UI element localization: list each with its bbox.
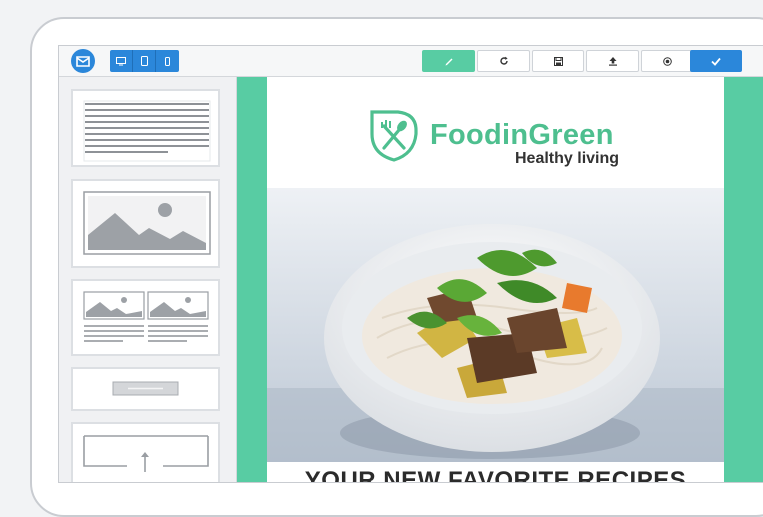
image-block[interactable] [71,179,220,268]
preview-button[interactable] [641,50,693,72]
upload-button[interactable] [586,50,639,72]
envelope-logo-icon [71,49,95,73]
save-button[interactable] [532,50,584,72]
desktop-view-button[interactable] [110,50,133,72]
tablet-icon [140,56,148,66]
image-placeholder-icon [83,191,211,255]
hero-image[interactable] [267,188,724,462]
two-column-layout-icon [83,291,209,342]
text-lines-icon [83,100,211,162]
button-placeholder-icon [112,381,179,396]
refresh-button[interactable] [477,50,530,72]
edit-button[interactable] [422,50,475,72]
fork-spoon-shield-logo-icon [370,110,418,162]
confirm-button[interactable] [690,50,742,72]
save-icon [553,56,563,66]
refresh-icon [499,56,508,65]
text-block[interactable] [71,89,220,167]
two-column-image-text-block[interactable] [71,279,220,356]
phone-icon [165,56,170,66]
record-icon [662,56,672,66]
pencil-icon [445,58,452,66]
spacer-block[interactable] [71,422,220,482]
brand-name: FoodinGreen [430,119,614,151]
brand-tagline: Healthy living [515,150,620,167]
block-library-sidebar [59,77,237,482]
spacer-placeholder-icon [83,435,209,472]
editor-toolbar [59,46,763,77]
email-preview[interactable]: FoodinGreen Healthy living YOUR NEW FAVO… [267,77,724,482]
mobile-view-button[interactable] [156,50,179,72]
email-canvas: FoodinGreen Healthy living YOUR NEW FAVO… [237,77,763,482]
check-icon [711,57,721,66]
email-editor-window: FoodinGreen Healthy living YOUR NEW FAVO… [58,45,763,483]
tablet-view-button[interactable] [133,50,156,72]
button-block[interactable] [71,367,220,411]
noodle-bowl-photo [267,188,724,462]
view-mode-group [110,50,179,72]
monitor-icon [116,56,126,65]
upload-icon [608,57,617,66]
